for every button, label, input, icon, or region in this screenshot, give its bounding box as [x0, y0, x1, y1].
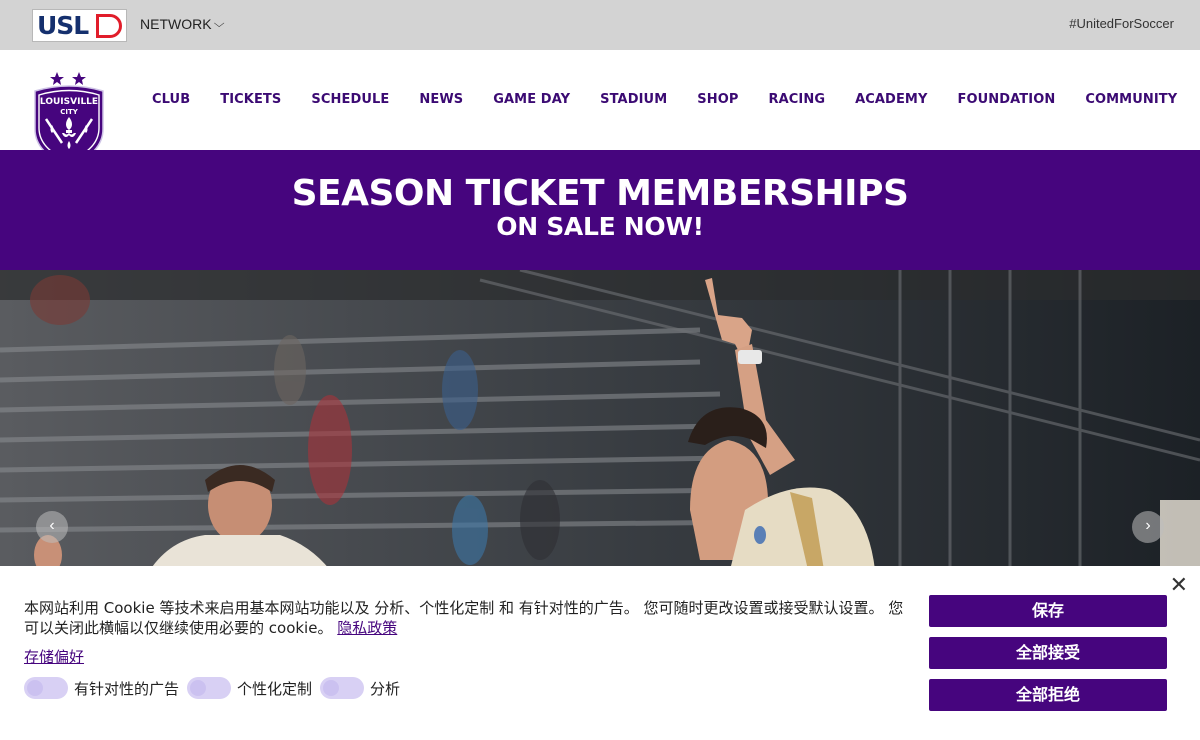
site-header: LOUISVILLE CITY CLUB TICKETS SCHEDULE NEWS G… — [0, 50, 1200, 167]
consent-toggle-item: 个性化定制 — [187, 677, 312, 699]
nav-item-shop[interactable]: SHOP — [682, 92, 753, 107]
main-nav: CLUB TICKETS SCHEDULE NEWS GAME DAY STADIUM SH… — [137, 92, 1192, 107]
consent-toggle-label: 分析 — [370, 679, 401, 698]
consent-toggle-switch[interactable] — [24, 677, 68, 699]
cookie-notice-text: 本网站利用 Cookie 等技术来启用基本网站功能以及 分析、个性化定制 和 有… — [24, 598, 904, 638]
nav-item-stadium[interactable]: STADIUM — [585, 92, 682, 107]
privacy-policy-link[interactable]: 隐私政策 — [337, 619, 397, 637]
hero-photo — [0, 270, 1200, 570]
storage-preferences-link[interactable]: 存储偏好 — [24, 646, 84, 667]
accept-all-button[interactable]: 全部接受 — [929, 637, 1167, 669]
hero-carousel: ‹ › — [0, 270, 1200, 570]
carousel-prev-button[interactable]: ‹ — [36, 511, 68, 543]
season-ticket-banner[interactable]: SEASON TICKET MEMBERSHIPS ON SALE NOW! — [0, 150, 1200, 270]
consent-toggle-label: 有针对性的广告 — [74, 679, 180, 698]
chevron-down-icon: ⌵ — [213, 18, 225, 30]
consent-toggle-switch[interactable] — [320, 677, 365, 699]
cookie-notice-body: 本网站利用 Cookie 等技术来启用基本网站功能以及 分析、个性化定制 和 有… — [24, 599, 904, 637]
consent-toggle-item: 有针对性的广告 — [24, 677, 179, 699]
reject-all-button[interactable]: 全部拒绝 — [929, 679, 1167, 711]
crest-text-bottom: CITY — [60, 108, 79, 116]
nav-item-news[interactable]: NEWS — [404, 92, 478, 107]
nav-item-community[interactable]: COMMUNITY — [1070, 92, 1192, 107]
close-icon[interactable]: ✕ — [1170, 574, 1188, 596]
network-label: NETWORK — [140, 16, 212, 32]
consent-toggles: 有针对性的广告 个性化定制 分析 — [24, 677, 408, 699]
usl-logo-mark — [96, 14, 122, 38]
nav-item-game-day[interactable]: GAME DAY — [478, 92, 585, 107]
network-bar: USL NETWORK ⌵ #UnitedForSoccer — [0, 0, 1200, 50]
usl-logo[interactable]: USL — [32, 9, 127, 42]
network-dropdown[interactable]: NETWORK ⌵ — [140, 16, 225, 32]
nav-item-foundation[interactable]: FOUNDATION — [942, 92, 1070, 107]
banner-title: SEASON TICKET MEMBERSHIPS — [291, 173, 909, 214]
nav-item-club[interactable]: CLUB — [137, 92, 205, 107]
consent-toggle-switch[interactable] — [187, 677, 232, 699]
consent-toggle-item: 分析 — [320, 677, 400, 699]
nav-item-tickets[interactable]: TICKETS — [205, 92, 296, 107]
carousel-next-button[interactable]: › — [1132, 511, 1164, 543]
save-button[interactable]: 保存 — [929, 595, 1167, 627]
nav-item-schedule[interactable]: SCHEDULE — [296, 92, 404, 107]
crest-text-top: LOUISVILLE — [40, 97, 98, 107]
consent-toggle-label: 个性化定制 — [237, 679, 313, 698]
banner-subtitle: ON SALE NOW! — [496, 212, 704, 241]
nav-item-racing[interactable]: RACING — [753, 92, 840, 107]
cookie-consent-banner: ✕ 本网站利用 Cookie 等技术来启用基本网站功能以及 分析、个性化定制 和… — [0, 566, 1200, 740]
hashtag: #UnitedForSoccer — [1069, 16, 1174, 31]
usl-logo-text: USL — [37, 11, 89, 40]
nav-item-academy[interactable]: ACADEMY — [840, 92, 942, 107]
